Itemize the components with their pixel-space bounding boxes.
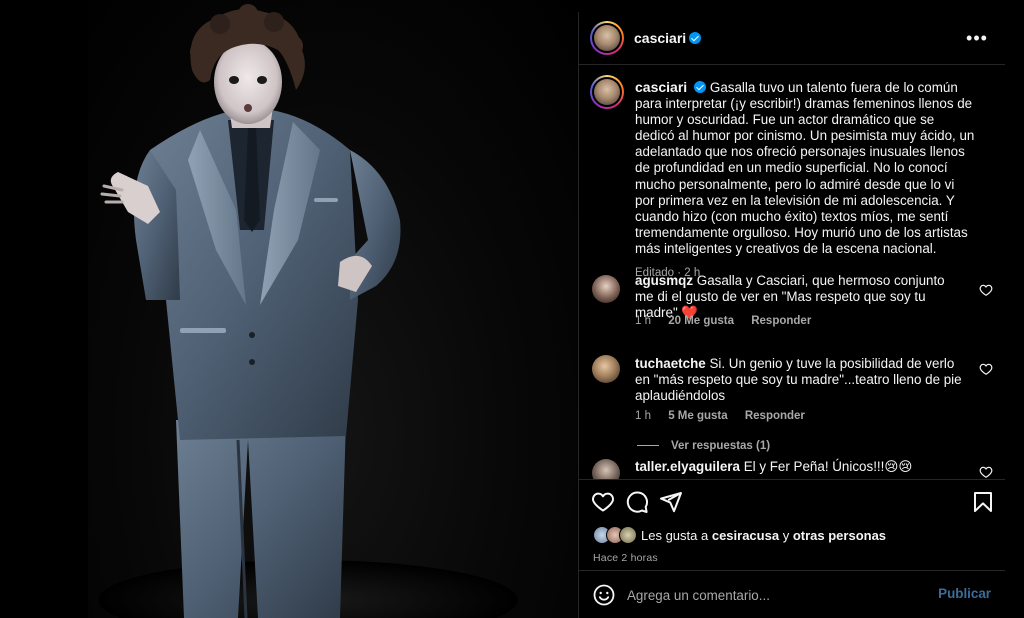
post-caption: casciari Gasalla tuvo un talento fuera d…: [635, 79, 975, 281]
comment-input[interactable]: [625, 580, 929, 610]
comment-username[interactable]: tuchaetche: [635, 356, 706, 371]
comment-like-icon[interactable]: [979, 362, 993, 376]
comment-username[interactable]: taller.elyaguilera: [635, 459, 740, 474]
caption-author-avatar[interactable]: [590, 75, 624, 109]
post-photo: [88, 0, 578, 618]
comment-time: 1 h: [635, 315, 651, 327]
reply-button[interactable]: Responder: [751, 315, 811, 327]
caption-username[interactable]: casciari: [635, 79, 687, 95]
bookmark-icon[interactable]: [971, 490, 995, 514]
heart-icon[interactable]: [591, 490, 615, 514]
share-icon[interactable]: [659, 490, 683, 514]
comment-body: taller.elyaguilera El y Fer Peña! Únicos…: [635, 459, 965, 475]
more-options-icon[interactable]: •••: [965, 26, 989, 50]
view-replies-button[interactable]: Ver respuestas (1): [637, 440, 770, 452]
comment-body: tuchaetche Si. Un genio y tuve la posibi…: [635, 356, 965, 404]
publish-button[interactable]: Publicar: [938, 586, 991, 601]
reply-button[interactable]: Responder: [745, 410, 805, 422]
comment-likes[interactable]: 20 Me gusta: [668, 315, 734, 327]
comment-meta: 1 h 20 Me gusta Responder: [635, 315, 825, 327]
likes-joiner: y: [782, 527, 790, 543]
comment-text: El y Fer Peña! Únicos!!!😢😢: [743, 459, 913, 474]
posted-ago: Hace 2 horas: [593, 552, 658, 564]
comment-icon[interactable]: [625, 490, 649, 514]
commenter-avatar[interactable]: [592, 355, 620, 383]
commenter-avatar[interactable]: [592, 459, 620, 479]
likes-prefix: Les gusta a: [641, 527, 709, 543]
post-actions: Les gusta a cesiracusa y otras personas …: [579, 479, 1005, 580]
comments-area[interactable]: casciari Gasalla tuvo un talento fuera d…: [579, 65, 1005, 479]
comment-meta: 1 h 5 Me gusta Responder: [635, 410, 819, 422]
instagram-post-viewer: casciari ••• casciari Gasalla tuvo un ta…: [0, 0, 1024, 618]
comment-username[interactable]: agusmqz: [635, 273, 693, 288]
author-username[interactable]: casciari: [634, 30, 686, 46]
verified-badge-icon: [694, 81, 707, 93]
verified-badge-icon: [689, 32, 702, 44]
performer-illustration: [98, 4, 518, 618]
likes-text: Les gusta a cesiracusa y otras personas: [641, 528, 886, 543]
comment-like-icon[interactable]: [979, 283, 993, 297]
comment-time: 1 h: [635, 410, 651, 422]
post-header: casciari •••: [579, 12, 1005, 65]
comment-composer: Publicar: [579, 570, 1005, 618]
commenter-avatar[interactable]: [592, 275, 620, 303]
comment-like-icon[interactable]: [979, 465, 993, 479]
likes-summary[interactable]: Les gusta a cesiracusa y otras personas: [593, 526, 886, 544]
post-side-panel: casciari ••• casciari Gasalla tuvo un ta…: [578, 12, 1005, 618]
liker-avatar: [619, 526, 637, 544]
caption-body: Gasalla tuvo un talento fuera de lo comú…: [635, 80, 975, 256]
likes-user[interactable]: cesiracusa: [712, 528, 779, 543]
comment-likes[interactable]: 5 Me gusta: [668, 410, 727, 422]
likes-others[interactable]: otras personas: [793, 528, 886, 543]
emoji-icon[interactable]: [592, 583, 616, 607]
author-avatar[interactable]: [590, 21, 624, 55]
